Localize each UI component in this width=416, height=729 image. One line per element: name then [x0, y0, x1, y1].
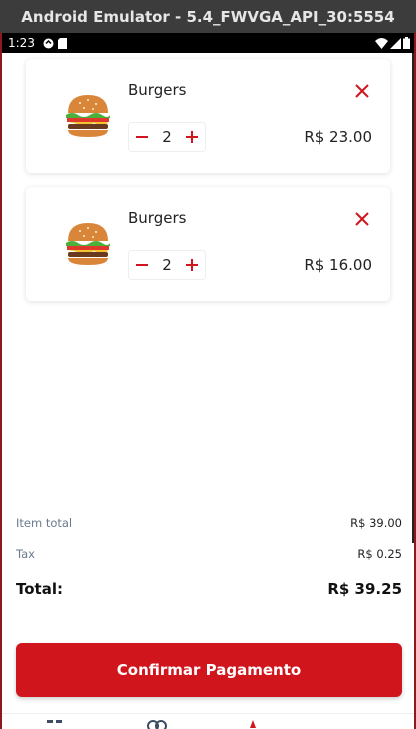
close-icon — [355, 212, 369, 226]
minus-icon — [136, 136, 148, 138]
total-row: Total: R$ 39.25 — [16, 580, 402, 598]
status-time: 1:23 — [8, 36, 35, 50]
decrease-quantity-button[interactable] — [135, 130, 149, 144]
home-icon[interactable] — [46, 718, 64, 729]
plus-icon — [185, 131, 198, 143]
scrollbar[interactable] — [412, 53, 414, 543]
tax-label: Tax — [16, 547, 35, 561]
wifi-icon — [375, 37, 388, 49]
quantity-stepper: 2 — [128, 250, 206, 280]
quantity-value: 2 — [162, 256, 172, 274]
total-value: R$ 39.25 — [327, 580, 402, 598]
item-total-value: R$ 39.00 — [350, 516, 402, 530]
battery-icon — [403, 37, 410, 49]
item-price: R$ 16.00 — [304, 256, 372, 274]
confirm-payment-label: Confirmar Pagamento — [116, 661, 302, 679]
sd-card-icon — [57, 37, 67, 49]
total-label: Total: — [16, 580, 63, 598]
remove-item-button[interactable] — [352, 209, 372, 229]
item-name: Burgers — [128, 81, 187, 99]
increase-quantity-button[interactable] — [185, 130, 199, 144]
confirm-payment-button[interactable]: Confirmar Pagamento — [16, 643, 402, 697]
cart-icon[interactable] — [248, 718, 258, 729]
decrease-quantity-button[interactable] — [135, 258, 149, 272]
plus-icon — [185, 259, 198, 271]
status-bar: 1:23 — [2, 33, 414, 53]
tax-value: R$ 0.25 — [357, 547, 402, 561]
burger-icon — [66, 223, 110, 265]
quantity-stepper: 2 — [128, 122, 206, 152]
close-icon — [355, 84, 369, 98]
emulator-title-bar: Android Emulator - 5.4_FWVGA_API_30:5554 — [0, 0, 416, 33]
quantity-value: 2 — [162, 128, 172, 146]
device-screen: 1:23 Burgers 2 R$ 23.00 Burgers 2 R$ 16.… — [2, 33, 414, 729]
cart-item: Burgers 2 R$ 23.00 — [26, 59, 390, 173]
minus-icon — [136, 264, 148, 266]
item-name: Burgers — [128, 209, 187, 227]
item-total-row: Item total R$ 39.00 — [16, 516, 402, 530]
signal-icon — [390, 37, 401, 49]
burger-icon — [66, 95, 110, 137]
remove-item-button[interactable] — [352, 81, 372, 101]
increase-quantity-button[interactable] — [185, 258, 199, 272]
cart-item: Burgers 2 R$ 16.00 — [26, 187, 390, 301]
window-title: Android Emulator - 5.4_FWVGA_API_30:5554 — [21, 7, 395, 26]
item-price: R$ 23.00 — [304, 128, 372, 146]
item-total-label: Item total — [16, 516, 73, 530]
favorites-icon[interactable] — [146, 718, 168, 729]
tax-row: Tax R$ 0.25 — [16, 547, 402, 561]
bottom-navigation — [2, 713, 414, 729]
shield-icon — [43, 38, 54, 48]
